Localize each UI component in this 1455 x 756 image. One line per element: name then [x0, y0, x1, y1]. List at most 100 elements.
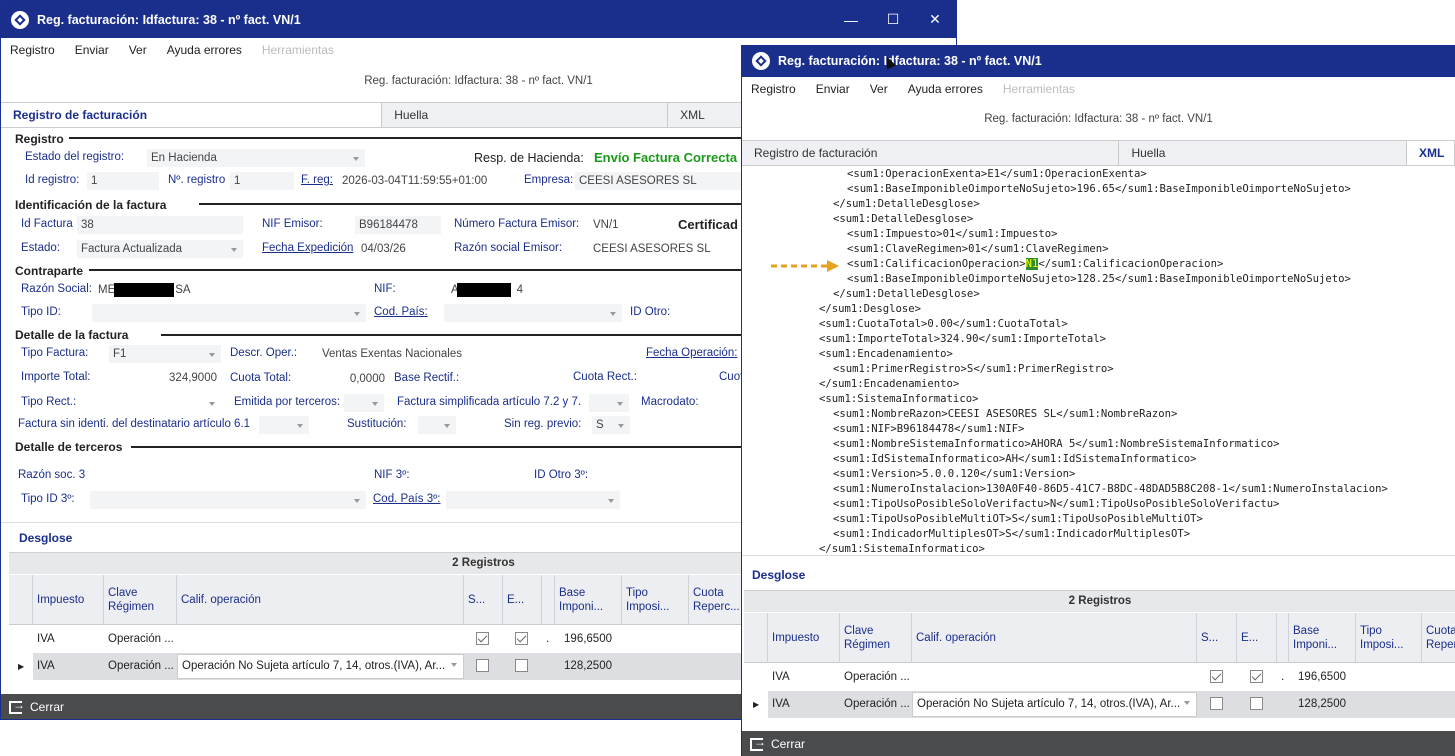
- menu-ayuda-errores[interactable]: Ayuda errores: [908, 82, 983, 96]
- tab-xml[interactable]: XML: [1407, 141, 1455, 165]
- col-impuesto[interactable]: Impuesto: [768, 613, 840, 662]
- cell-impuesto: IVA: [772, 671, 790, 683]
- col-tipo-impositivo[interactable]: Tipo Imposi...: [1356, 613, 1422, 662]
- descr-oper-field[interactable]: Ventas Exentas Nacionales: [318, 345, 638, 363]
- col-blank[interactable]: [542, 575, 555, 624]
- col-clave-regimen[interactable]: Clave Régimen: [104, 575, 177, 624]
- cuota-total-label: Cuota Total:: [230, 372, 292, 384]
- estado-registro-select[interactable]: En Hacienda: [147, 149, 365, 167]
- cell-clave-regimen: Operación ...: [108, 633, 174, 645]
- col-impuesto[interactable]: Impuesto: [33, 575, 104, 624]
- cod-pais-link[interactable]: Cod. País:: [374, 306, 428, 318]
- checkbox-e[interactable]: [1250, 697, 1263, 711]
- col-calif-operacion[interactable]: Calif. operación: [912, 613, 1197, 662]
- menu-ver[interactable]: Ver: [870, 82, 888, 96]
- calif-operacion-select[interactable]: Operación No Sujeta artículo 7, 14, otro…: [177, 654, 464, 679]
- checkbox-e[interactable]: [515, 632, 528, 646]
- menu-registro[interactable]: Registro: [751, 82, 796, 96]
- checkbox-s[interactable]: [1210, 670, 1223, 684]
- importe-total-field[interactable]: 324,9000: [109, 369, 221, 387]
- menu-ver[interactable]: Ver: [129, 43, 147, 57]
- minimize-icon[interactable]: —: [830, 1, 872, 38]
- tipo-id-select[interactable]: [92, 304, 366, 322]
- cod-pais-select[interactable]: [444, 304, 622, 322]
- menu-enviar[interactable]: Enviar: [816, 82, 850, 96]
- xml-line: <sum1:BaseImponibleOimporteNoSujeto>196.…: [847, 183, 1351, 195]
- cell-calif-operacion[interactable]: [177, 626, 464, 653]
- xml-viewer[interactable]: <sum1:OperacionExenta>E1</sum1:Operacion…: [742, 167, 1455, 555]
- checkbox-s[interactable]: [476, 659, 489, 673]
- nif-emisor-field[interactable]: B96184478: [355, 216, 441, 234]
- window-title: Reg. facturación: Idfactura: 38 - nº fac…: [778, 54, 1042, 68]
- fecha-operacion-link[interactable]: Fecha Operación:: [646, 347, 737, 359]
- col-base-imponible[interactable]: Base Imponi...: [555, 575, 622, 624]
- tab-registro-facturacion[interactable]: Registro de facturación: [742, 141, 1120, 165]
- sustitucion-select[interactable]: [418, 416, 456, 434]
- window-title: Reg. facturación: Idfactura: 38 - nº fac…: [37, 12, 301, 27]
- razon-social-emisor-field[interactable]: CEESI ASESORES SL: [589, 240, 749, 258]
- col-calif-operacion[interactable]: Calif. operación: [177, 575, 464, 624]
- maximize-icon[interactable]: ☐: [872, 1, 914, 38]
- estado-factura-select[interactable]: Factura Actualizada: [77, 240, 243, 258]
- checkbox-e[interactable]: [515, 659, 528, 673]
- col-tipo-impositivo[interactable]: Tipo Imposi...: [622, 575, 689, 624]
- resp-hacienda-value: Envío Factura Correcta: [594, 150, 738, 165]
- cuota-total-field[interactable]: 0,0000: [301, 370, 389, 388]
- menu-ayuda-errores[interactable]: Ayuda errores: [167, 43, 242, 57]
- empresa-field[interactable]: CEESI ASESORES SL: [575, 172, 745, 190]
- col-e[interactable]: E...: [503, 575, 542, 624]
- tipo-id-3-select[interactable]: [90, 491, 366, 509]
- col-base-imponible[interactable]: Base Imponi...: [1289, 613, 1356, 662]
- col-s[interactable]: S...: [464, 575, 503, 624]
- id-factura-field[interactable]: 38: [77, 216, 243, 234]
- cerrar-button[interactable]: Cerrar: [771, 737, 805, 751]
- id-otro-3-label: ID Otro 3º:: [534, 469, 589, 481]
- xml-line: <sum1:BaseImponibleOimporteNoSujeto>128.…: [847, 273, 1351, 285]
- num-factura-emisor-field[interactable]: VN/1: [589, 216, 669, 234]
- title-bar[interactable]: Reg. facturación: Idfactura: 38 - nº fac…: [742, 45, 1455, 77]
- emitida-terceros-select[interactable]: [344, 394, 384, 412]
- table-row-selected[interactable]: ▶ IVA Operación ... Operación No Sujeta …: [744, 691, 1455, 718]
- tab-huella[interactable]: Huella: [382, 103, 669, 127]
- tab-huella[interactable]: Huella: [1119, 141, 1408, 165]
- menu-herramientas: Herramientas: [1002, 82, 1075, 96]
- certificado-label: Certificad: [678, 217, 738, 232]
- col-e[interactable]: E...: [1237, 613, 1277, 662]
- cerrar-button[interactable]: Cerrar: [30, 700, 64, 714]
- table-row[interactable]: IVA Operación ... . 196,6500: [744, 664, 1455, 691]
- tab-registro-facturacion[interactable]: Registro de facturación: [1, 103, 383, 127]
- menu-enviar[interactable]: Enviar: [75, 43, 109, 57]
- checkbox-e[interactable]: [1250, 670, 1263, 684]
- xml-line: <sum1:IdSistemaInformatico>AH</sum1:IdSi…: [833, 453, 1197, 465]
- close-icon[interactable]: ✕: [914, 1, 956, 38]
- menu-registro[interactable]: Registro: [10, 43, 55, 57]
- col-clave-regimen[interactable]: Clave Régimen: [840, 613, 912, 662]
- num-registro-field[interactable]: 1: [230, 172, 294, 190]
- col-cuota-repercutida[interactable]: Cuota Reperc...: [1422, 613, 1455, 662]
- num-registro-label: Nº. registro: [168, 174, 226, 186]
- col-blank[interactable]: [1277, 613, 1289, 662]
- checkbox-s[interactable]: [476, 632, 489, 646]
- cod-pais-3-link[interactable]: Cod. País 3º:: [373, 493, 440, 505]
- base-rectif-field[interactable]: [463, 370, 567, 388]
- checkbox-s[interactable]: [1210, 697, 1223, 711]
- cell-calif-operacion[interactable]: [912, 664, 1197, 691]
- fecha-expedicion-link[interactable]: Fecha Expedición: [262, 242, 353, 254]
- tipo-factura-select[interactable]: F1: [109, 345, 221, 363]
- sin-identif-select[interactable]: [259, 416, 309, 434]
- title-bar[interactable]: Reg. facturación: Idfactura: 38 - nº fac…: [1, 1, 956, 38]
- xml-line: <sum1:IndicadorMultiplesOT>S</sum1:Indic…: [833, 528, 1191, 540]
- f-reg-field[interactable]: 2026-03-04T11:59:55+01:00: [338, 172, 508, 190]
- sin-reg-previo-select[interactable]: S: [592, 416, 630, 434]
- id-registro-field[interactable]: 1: [87, 172, 159, 190]
- col-s[interactable]: S...: [1197, 613, 1237, 662]
- factura-simplificada-select[interactable]: [589, 394, 629, 412]
- calif-operacion-select[interactable]: Operación No Sujeta artículo 7, 14, otro…: [912, 692, 1197, 717]
- cell-base: 196,6500: [564, 633, 612, 645]
- f-reg-link[interactable]: F. reg:: [301, 174, 333, 186]
- xml-line: <sum1:SistemaInformatico>: [819, 393, 979, 405]
- tipo-rect-select[interactable]: [109, 394, 221, 412]
- cod-pais-3-select[interactable]: [446, 491, 620, 509]
- fecha-expedicion-field[interactable]: 04/03/26: [357, 240, 441, 258]
- nif-contraparte-label: NIF:: [374, 283, 396, 295]
